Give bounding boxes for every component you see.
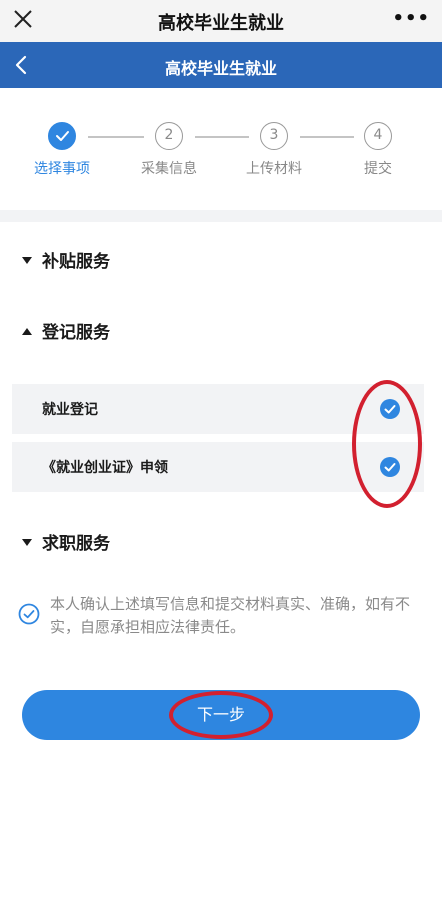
step-3-circle: 3 — [260, 122, 288, 150]
page-header: 高校毕业生就业 — [0, 42, 442, 88]
service-item-label: 就业登记 — [42, 402, 98, 418]
caret-down-icon — [22, 538, 32, 546]
section-title: 求职服务 — [42, 534, 110, 554]
app-title: 高校毕业生就业 — [158, 13, 284, 34]
page-title: 高校毕业生就业 — [164, 59, 277, 78]
section-title: 补贴服务 — [42, 252, 110, 272]
step-connector — [195, 136, 249, 138]
step-connector — [300, 136, 354, 138]
step-connector — [88, 136, 144, 138]
mini-program-top-bar: 高校毕业生就业 ••• — [0, 0, 442, 42]
section-subsidy-header[interactable]: 补贴服务 — [22, 247, 110, 272]
step-4-circle: 4 — [364, 122, 392, 150]
caret-up-icon — [22, 327, 32, 335]
section-job-header[interactable]: 求职服务 — [22, 529, 110, 554]
check-circle-icon[interactable] — [18, 603, 40, 625]
caret-down-icon — [22, 256, 32, 264]
progress-stepper: 2 3 4 选择事项 采集信息 上传材料 提交 — [0, 88, 442, 210]
step-1-label: 选择事项 — [34, 161, 90, 177]
step-3-label: 上传材料 — [246, 161, 302, 177]
section-divider — [0, 210, 442, 222]
step-4-label: 提交 — [364, 161, 392, 177]
section-registration-header[interactable]: 登记服务 — [22, 318, 110, 343]
step-2-label: 采集信息 — [141, 161, 197, 177]
step-1-check-icon — [48, 122, 76, 150]
annotation-circle-checkboxes — [352, 380, 422, 508]
section-title: 登记服务 — [42, 323, 110, 343]
more-options-icon[interactable]: ••• — [392, 8, 430, 29]
step-2-circle: 2 — [155, 122, 183, 150]
confirmation-text: 本人确认上述填写信息和提交材料真实、准确，如有不实，自愿承担相应法律责任。 — [50, 595, 411, 636]
service-item-label: 《就业创业证》申领 — [42, 460, 168, 476]
annotation-circle-next-button — [169, 691, 273, 739]
